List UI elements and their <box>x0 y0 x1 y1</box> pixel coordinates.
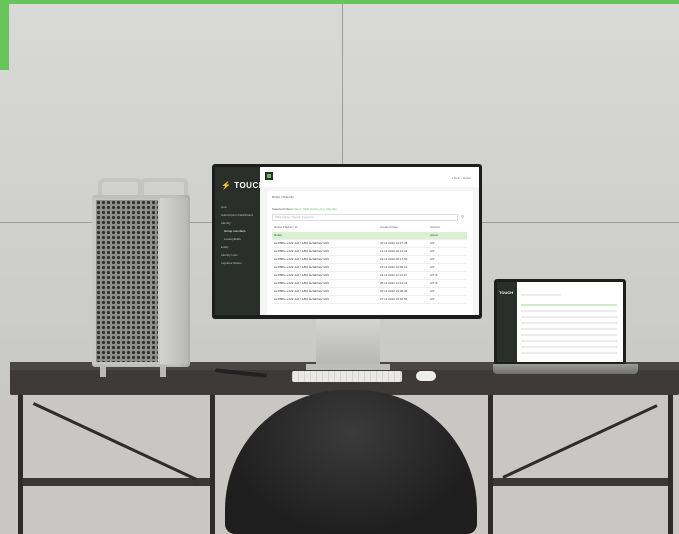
cell-actions[interactable]: Action <box>430 232 438 239</box>
tower-lattice-grille <box>96 200 158 362</box>
selected-filters: Selected Filters Name: Wild Hunter, Ipp:… <box>272 207 337 211</box>
laptop-row <box>521 310 617 312</box>
laptop-row <box>521 304 617 306</box>
sidebar-item-hub[interactable]: Hub <box>221 205 227 209</box>
cell-actions[interactable]: A/T <box>430 288 435 295</box>
cell-id: Robot <box>274 233 283 237</box>
cell-actions[interactable]: A/T B <box>430 272 437 279</box>
app-sidebar: ⚡ TOUCH Hub Subscription Dashboard Ident… <box>215 167 265 315</box>
monitor-stand <box>316 319 380 367</box>
laptop-base <box>493 364 638 374</box>
cell-id: 2e4f88fe-e429-4d17-b8fd-0e54b62e7205 <box>274 249 329 253</box>
cell-id: 2e4f88fe-e429-4d17-b8fd-0e54b62e7205 <box>274 289 329 293</box>
desk-lower-shelf-left <box>20 478 215 486</box>
cell-date: 27.11.2022 16:30:55 <box>380 297 408 301</box>
cell-actions[interactable]: A/T <box>430 240 435 247</box>
column-header-date[interactable]: Created Date <box>380 225 398 229</box>
tower-side-panel <box>160 198 188 364</box>
cell-date: 23.11.2022 10:05:19 <box>380 265 408 269</box>
sidebar-item-subscription[interactable]: Subscription Dashboard <box>221 213 253 217</box>
search-icon[interactable]: ⚲ <box>461 214 464 219</box>
laptop-row <box>521 316 617 318</box>
column-header-actions: Actions <box>430 225 440 229</box>
cell-actions[interactable]: A/T <box>430 264 435 271</box>
laptop-row <box>521 334 617 336</box>
tower-foot <box>100 365 106 377</box>
table-header: Robot Platform Id Created Date Actions <box>272 225 467 231</box>
filters-label: Selected Filters <box>272 207 293 211</box>
laptop-app-sidebar: TOUCH <box>497 282 517 362</box>
laptop-row <box>521 328 617 330</box>
bolt-icon: ⚡ <box>221 181 232 190</box>
monitor-screen: ⚡ TOUCH Hub Subscription Dashboard Ident… <box>215 167 479 315</box>
cell-date: 26.11.2022 15:09:46 <box>380 289 408 293</box>
cell-actions[interactable]: A/T B <box>430 280 437 287</box>
tower-foot <box>160 365 166 377</box>
table-row[interactable]: 2e4f88fe-e429-4d17-b8fd-0e54b62e7205 22.… <box>272 256 467 264</box>
desk-leg <box>488 392 493 534</box>
desk-leg <box>210 392 215 534</box>
laptop-row <box>521 346 617 348</box>
breadcrumb: Robot / #Identity <box>272 195 294 199</box>
laptop-row <box>521 340 617 342</box>
table-row[interactable]: 2e4f88fe-e429-4d17-b8fd-0e54b62e7205 24.… <box>272 272 467 280</box>
cell-id: 2e4f88fe-e429-4d17-b8fd-0e54b62e7205 <box>274 241 329 245</box>
cell-date: 24.11.2022 11:21:07 <box>380 273 408 277</box>
table-row[interactable]: 2e4f88fe-e429-4d17-b8fd-0e54b62e7205 27.… <box>272 296 467 304</box>
sidebar-item-identity-lists[interactable]: Identity Lists <box>221 253 238 257</box>
keyboard <box>292 371 402 382</box>
app-header <box>260 167 479 188</box>
filters-values[interactable]: Name: Wild Hunter, Ipp: Member <box>294 207 338 211</box>
laptop-row <box>521 322 617 324</box>
laptop-screen: TOUCH <box>497 282 623 362</box>
accent-bar-top <box>0 0 679 4</box>
table-row[interactable]: 2e4f88fe-e429-4d17-b8fd-0e54b62e7205 21.… <box>272 248 467 256</box>
desk-lower-shelf-right <box>490 478 670 486</box>
sidebar-item-inquiries[interactable]: Inquiries Status <box>221 261 242 265</box>
cell-id: 2e4f88fe-e429-4d17-b8fd-0e54b62e7205 <box>274 297 329 301</box>
cell-id: 2e4f88fe-e429-4d17-b8fd-0e54b62e7205 <box>274 281 329 285</box>
app-menu-button[interactable] <box>265 172 273 180</box>
laptop-row <box>521 294 561 296</box>
laptop-brand-logo: TOUCH <box>499 290 514 295</box>
accent-bar-left <box>0 0 9 70</box>
cell-date: 20.11.2022 14:37:38 <box>380 241 408 245</box>
desk-leg <box>668 392 673 534</box>
cell-date: 25.11.2022 13:44:31 <box>380 281 408 285</box>
cell-actions[interactable]: A/T <box>430 248 435 255</box>
brand-logo: ⚡ TOUCH <box>221 181 265 190</box>
cell-id: 2e4f88fe-e429-4d17-b8fd-0e54b62e7205 <box>274 265 329 269</box>
sidebar-item-group-members[interactable]: Group members <box>224 229 246 233</box>
sidebar-item-lookupfields[interactable]: Lookupfields <box>224 237 241 241</box>
table-row[interactable]: 2e4f88fe-e429-4d17-b8fd-0e54b62e7205 23.… <box>272 264 467 272</box>
column-header-id[interactable]: Robot Platform Id <box>274 225 297 229</box>
cell-id: 2e4f88fe-e429-4d17-b8fd-0e54b62e7205 <box>274 273 329 277</box>
sidebar-item-entity[interactable]: Entity <box>221 245 229 249</box>
photo-scene: ⚡ TOUCH Hub Subscription Dashboard Ident… <box>0 0 679 534</box>
table-row[interactable]: 2e4f88fe-e429-4d17-b8fd-0e54b62e7205 20.… <box>272 240 467 248</box>
monitor-stand-base <box>306 364 390 370</box>
mouse <box>416 371 436 381</box>
desk-leg <box>18 392 23 534</box>
laptop-row <box>521 352 617 354</box>
cell-date: 21.11.2022 09:12:02 <box>380 249 408 253</box>
search-input[interactable]: Wild Hunter Search Keyword <box>272 214 458 221</box>
cell-date: 22.11.2022 08:47:50 <box>380 257 408 261</box>
table-row[interactable]: Robot Action <box>272 232 467 240</box>
cell-actions[interactable]: A/T <box>430 296 435 303</box>
cell-actions[interactable]: A/T <box>430 256 435 263</box>
header-user-info[interactable]: 1 Hub ⌂ Robot <box>452 176 472 180</box>
cell-id: 2e4f88fe-e429-4d17-b8fd-0e54b62e7205 <box>274 257 329 261</box>
sidebar-item-identity[interactable]: Identity <box>221 221 231 225</box>
table-row[interactable]: 2e4f88fe-e429-4d17-b8fd-0e54b62e7205 25.… <box>272 280 467 288</box>
table-row[interactable]: 2e4f88fe-e429-4d17-b8fd-0e54b62e7205 26.… <box>272 288 467 296</box>
